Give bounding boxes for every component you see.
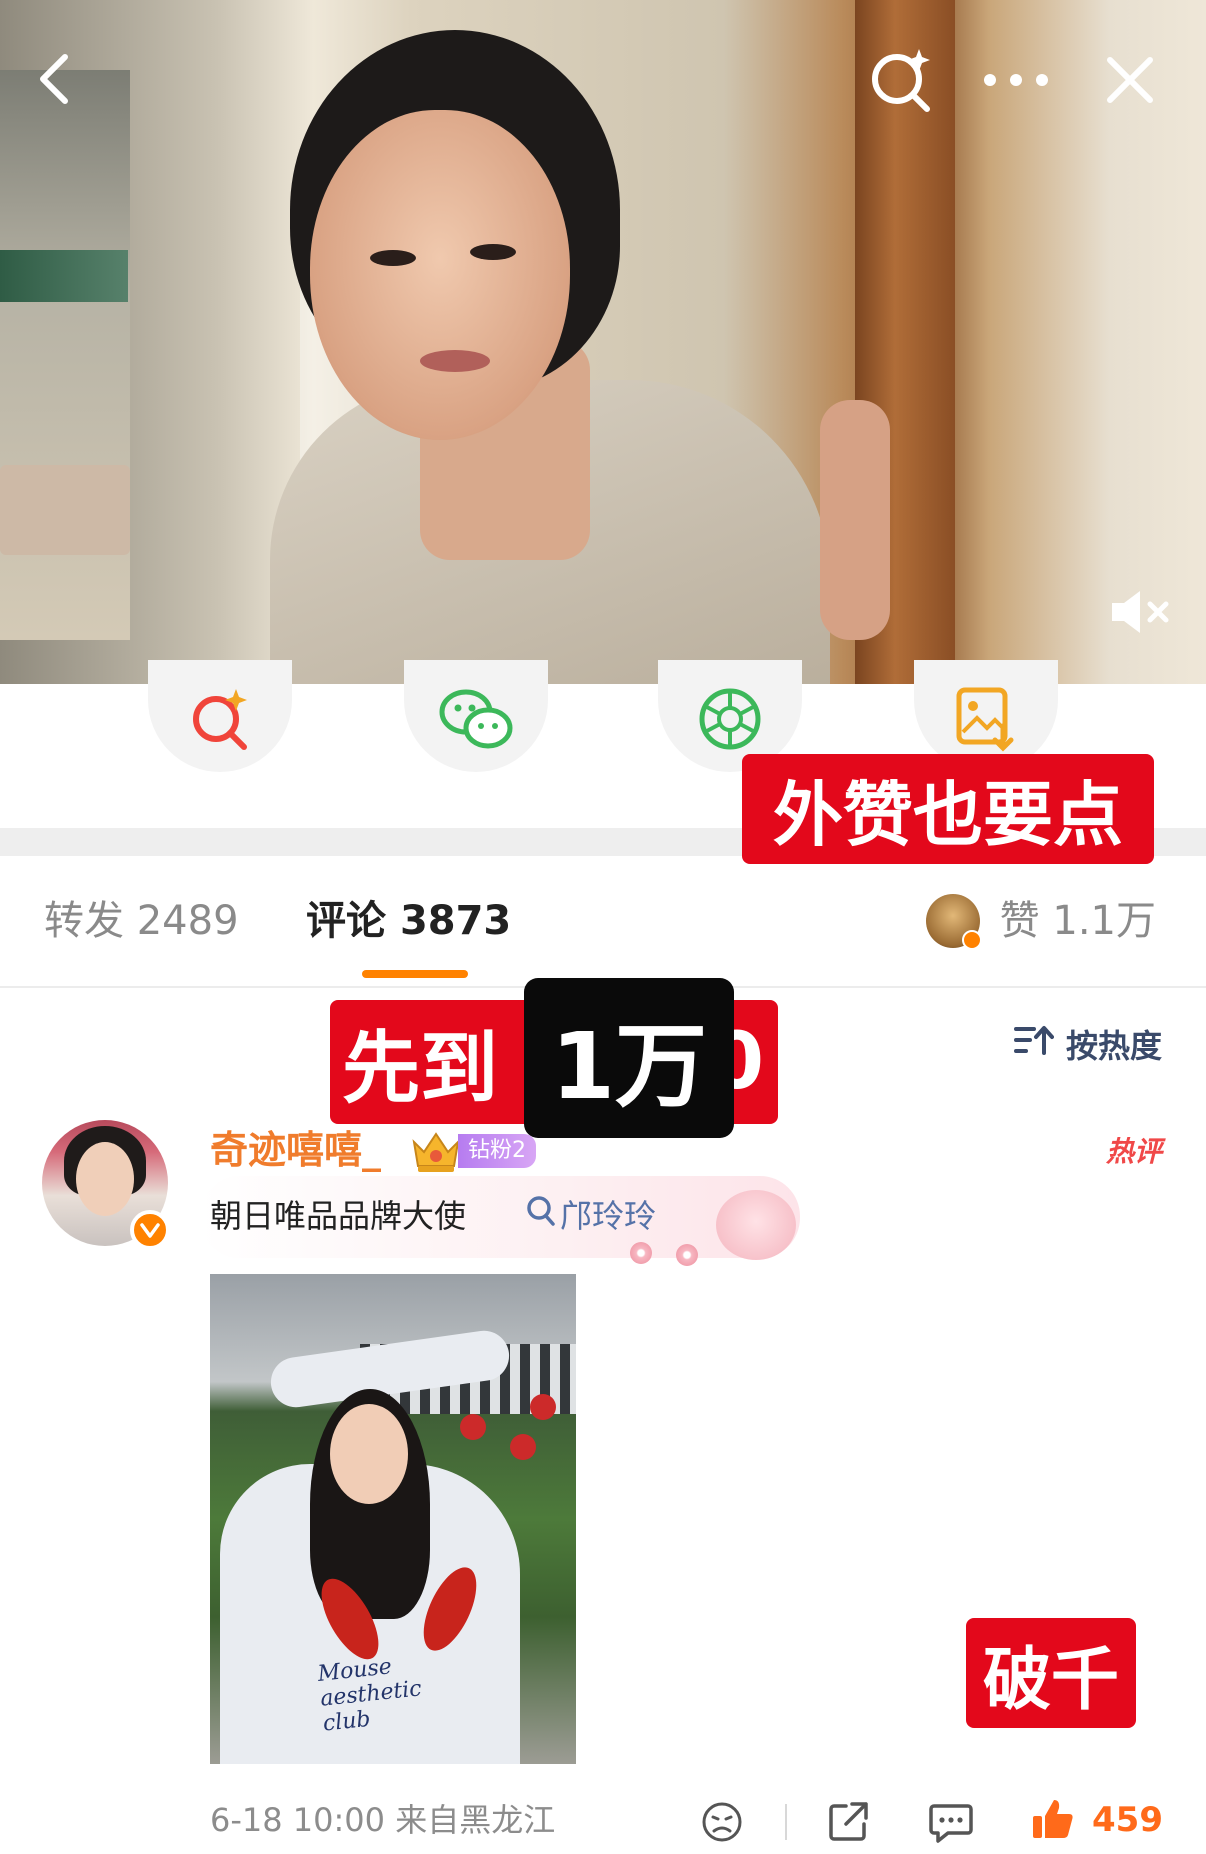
sort-label: 按热度 <box>1065 1027 1162 1065</box>
commenter-username[interactable]: 奇迹嘻嘻_ <box>210 1126 381 1174</box>
verified-badge-icon <box>130 1210 170 1250</box>
crown-icon <box>410 1128 462 1178</box>
thumbs-up-icon <box>1030 1800 1076 1846</box>
fan-level-badge: 钻粉2 <box>458 1134 536 1168</box>
sparkle-search-icon <box>188 677 252 755</box>
sort-icon <box>1013 1023 1054 1065</box>
tab-like-count: 1.1万 <box>1052 898 1156 944</box>
flower-icon <box>676 1244 698 1266</box>
tab-repost[interactable]: 转发 2489 <box>44 896 239 946</box>
hot-comment-tag: 热评 <box>1105 1135 1162 1168</box>
close-button[interactable] <box>1094 44 1166 116</box>
verified-badge-icon <box>962 930 982 950</box>
comment-search-link-text: 邝玲玲 <box>560 1197 657 1235</box>
share-action-search[interactable] <box>148 660 292 772</box>
tab-like-label: 赞 <box>999 898 1040 944</box>
video-subject <box>250 20 870 684</box>
overlay-sticker-middle-text: 先到 <box>342 1024 499 1114</box>
footer-divider <box>785 1804 787 1840</box>
moments-icon <box>697 676 763 756</box>
sad-face-icon <box>700 1802 744 1848</box>
share-action-wechat[interactable] <box>404 660 548 772</box>
pig-sticker-icon <box>716 1190 796 1260</box>
sort-button[interactable]: 按热度 <box>1013 1022 1162 1066</box>
dislike-button[interactable] <box>700 1800 744 1848</box>
liker-avatar[interactable] <box>926 894 982 950</box>
search-icon <box>526 1192 556 1240</box>
wechat-icon <box>438 676 514 756</box>
speaker-muted-icon <box>1108 587 1174 637</box>
flower-icon <box>630 1242 652 1264</box>
tab-like[interactable]: 赞 1.1万 <box>1000 896 1156 946</box>
overlay-sticker-bottom: 破千 <box>966 1618 1136 1728</box>
tab-comment[interactable]: 评论 3873 <box>306 896 511 946</box>
tab-bar: 转发 2489 评论 3873 赞 1.1万 <box>0 856 1206 988</box>
back-button[interactable] <box>20 44 90 114</box>
tab-repost-count: 2489 <box>136 898 239 944</box>
video-search-button[interactable] <box>862 40 942 120</box>
tab-comment-count: 3873 <box>399 898 512 944</box>
video-background-plant <box>0 250 128 302</box>
mute-button[interactable] <box>1106 582 1176 642</box>
sparkle-search-icon <box>867 45 937 115</box>
overlay-sticker-middle-black: 1万 <box>524 978 734 1138</box>
like-button[interactable] <box>1030 1796 1076 1846</box>
photo-shirt-text: Mouse aesthetic club <box>316 1654 423 1737</box>
video-subject-hand <box>820 400 890 640</box>
comment-time: 6-18 10:00 <box>210 1801 386 1839</box>
comment-photo[interactable]: Mouse aesthetic club <box>210 1274 576 1764</box>
tab-comment-label: 评论 <box>306 898 386 944</box>
chevron-left-icon <box>35 51 75 107</box>
ellipsis-icon <box>983 73 1049 87</box>
video-background-sofa <box>0 465 130 555</box>
comment-text: 朝日唯品品牌大使 <box>210 1197 467 1235</box>
comment-like-count: 459 <box>1092 1800 1163 1840</box>
save-image-icon <box>955 676 1017 756</box>
comment-icon <box>928 1804 974 1848</box>
comment-location: 来自黑龙江 <box>395 1801 556 1839</box>
close-icon <box>1104 54 1156 106</box>
comment-meta: 6-18 10:00 来自黑龙江 <box>210 1798 555 1842</box>
share-comment-button[interactable] <box>826 1800 870 1848</box>
more-button[interactable] <box>976 50 1056 110</box>
video-player[interactable] <box>0 0 1206 684</box>
share-icon <box>826 1802 870 1848</box>
comment-search-link[interactable]: 邝玲玲 <box>526 1192 656 1240</box>
reply-button[interactable] <box>928 1800 974 1848</box>
tab-repost-label: 转发 <box>44 898 124 944</box>
tab-active-indicator <box>362 970 468 978</box>
overlay-sticker-top: 外赞也要点 <box>742 754 1154 864</box>
